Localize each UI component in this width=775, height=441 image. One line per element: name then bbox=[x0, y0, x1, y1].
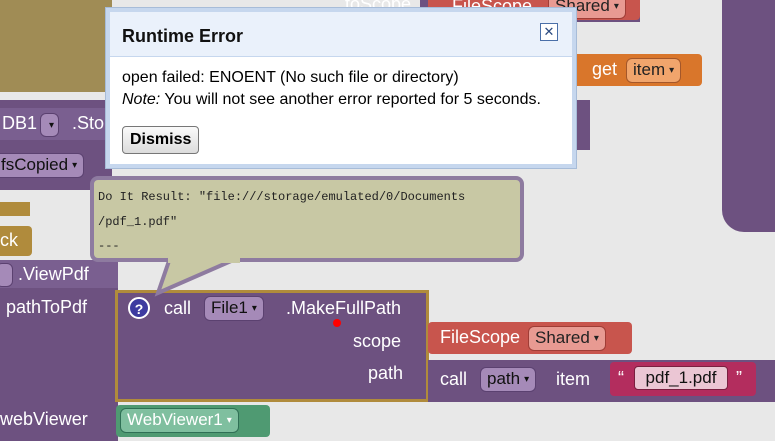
right-large-block[interactable] bbox=[722, 0, 775, 232]
item-label: item bbox=[556, 369, 591, 389]
tinydb-label: DB1 bbox=[2, 113, 38, 133]
help-badge[interactable]: ? bbox=[128, 297, 150, 319]
tinydb-row[interactable]: DB1 ▾ .Sto bbox=[0, 108, 112, 140]
makefullpath-label: .MakeFullPath bbox=[286, 298, 402, 318]
text-field[interactable]: pdf_1.pdf bbox=[634, 366, 728, 390]
ck-block[interactable]: ck bbox=[0, 226, 32, 256]
webviewer-label: webViewer bbox=[0, 409, 88, 429]
error-dot bbox=[333, 319, 341, 327]
file1-dropdown[interactable]: File1 ▾ bbox=[204, 296, 264, 321]
close-icon[interactable]: ✕ bbox=[540, 23, 558, 41]
close-quote: ” bbox=[736, 368, 742, 388]
dialog-header: Runtime Error ✕ bbox=[110, 12, 572, 57]
webviewer1-block[interactable]: WebViewer1 ▾ bbox=[116, 405, 270, 437]
call2-label: call bbox=[440, 369, 468, 389]
filescope-block[interactable]: FileScope Shared ▾ bbox=[428, 322, 632, 354]
viewpdf-label: .ViewPdf bbox=[18, 264, 89, 284]
filescope-label: FileScope bbox=[440, 327, 521, 347]
shared-dropdown[interactable]: Shared ▾ bbox=[528, 326, 606, 351]
path-dropdown[interactable]: path ▾ bbox=[480, 367, 537, 392]
gold-stub[interactable] bbox=[0, 202, 30, 216]
scope-label: scope bbox=[353, 331, 402, 351]
runtime-error-dialog: Runtime Error ✕ open failed: ENOENT (No … bbox=[106, 8, 576, 168]
viewpdf-component-dropdown[interactable] bbox=[0, 263, 13, 287]
webviewer1-dropdown[interactable]: WebViewer1 ▾ bbox=[120, 408, 239, 433]
pathtopdf-label: pathToPdf bbox=[6, 297, 88, 317]
call-label: call bbox=[164, 298, 192, 318]
doit-result-bubble: Do It Result: "file:///storage/emulated/… bbox=[90, 176, 524, 262]
fscopied-dropdown[interactable]: fsCopied ▾ bbox=[0, 153, 85, 178]
dismiss-button[interactable]: Dismiss bbox=[122, 126, 200, 154]
top-gold-block[interactable] bbox=[0, 0, 112, 92]
dialog-title: Runtime Error bbox=[122, 26, 244, 46]
item-dropdown-top[interactable]: item ▾ bbox=[626, 58, 682, 83]
doit-result-line3: --- bbox=[98, 239, 120, 253]
tinydb-dropdown-caret[interactable]: ▾ bbox=[40, 113, 60, 137]
viewpdf-row[interactable]: .ViewPdf bbox=[0, 260, 118, 288]
open-quote: “ bbox=[618, 368, 624, 388]
path-label: path bbox=[368, 363, 404, 383]
error-note: Note: You will not see another error rep… bbox=[122, 91, 541, 109]
note-label: Note: bbox=[122, 91, 161, 108]
ck-label: ck bbox=[0, 230, 18, 250]
getvar-call-block[interactable]: call path ▾ item “ pdf_1.pdf ” bbox=[428, 360, 775, 402]
note-text: You will not see another error reported … bbox=[164, 91, 541, 108]
error-message: open failed: ENOENT (No such file or dir… bbox=[122, 69, 459, 86]
get-block[interactable]: get item ▾ bbox=[572, 54, 702, 86]
sto-label: .Sto bbox=[72, 113, 105, 133]
doit-result-line1: Do It Result: "file:///storage/emulated/… bbox=[98, 190, 466, 204]
doit-result-line2: /pdf_1.pdf" bbox=[98, 215, 178, 229]
makefullpath-block[interactable]: ? call File1 ▾ .MakeFullPath scope path bbox=[115, 290, 429, 402]
get-label: get bbox=[592, 59, 618, 79]
text-block[interactable]: “ pdf_1.pdf ” bbox=[610, 362, 756, 396]
bubble-pointer bbox=[154, 255, 240, 297]
